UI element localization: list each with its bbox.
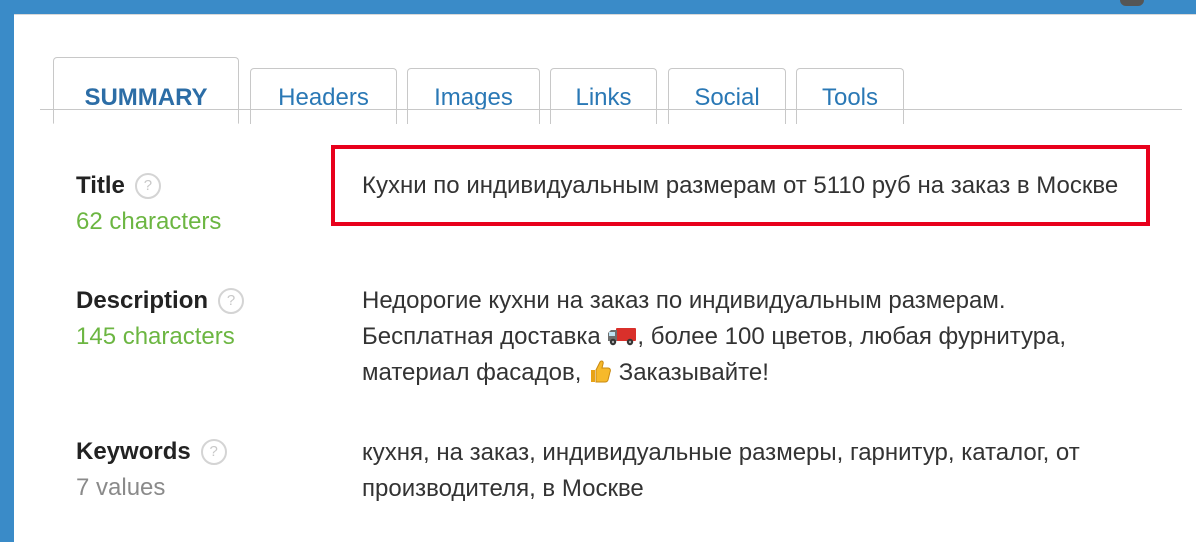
description-label: Description bbox=[76, 287, 209, 314]
tab-strip-border bbox=[40, 109, 1182, 110]
tab-tools-label: Tools bbox=[821, 84, 879, 111]
tab-links-label: Links bbox=[575, 84, 632, 111]
tab-headers-label: Headers bbox=[278, 84, 369, 111]
help-icon[interactable]: ? bbox=[218, 288, 245, 314]
tab-links[interactable]: Links bbox=[550, 68, 657, 124]
tab-tools[interactable]: Tools bbox=[796, 68, 904, 124]
window-frame-left bbox=[0, 0, 14, 542]
tab-summary[interactable]: Summary bbox=[53, 57, 239, 124]
tab-social-label: Social bbox=[694, 84, 760, 111]
description-label-group: Description ? 145 characters bbox=[76, 285, 245, 351]
tab-headers[interactable]: Headers bbox=[250, 68, 397, 124]
tab-images[interactable]: Images bbox=[407, 68, 540, 124]
delivery-truck-icon bbox=[607, 322, 637, 346]
description-value-part3: Заказывайте! bbox=[612, 359, 769, 386]
title-label: Title bbox=[76, 172, 125, 199]
tab-images-label: Images bbox=[434, 84, 513, 111]
keywords-value-count: 7 values bbox=[76, 474, 166, 501]
window-frame-top bbox=[0, 0, 1196, 14]
thumbs-up-icon bbox=[588, 358, 612, 384]
keywords-label-group: Keywords ? 7 values bbox=[76, 436, 227, 502]
help-icon[interactable]: ? bbox=[134, 173, 161, 199]
title-value: Кухни по индивидуальным размерам от 5110… bbox=[362, 172, 1119, 199]
help-icon[interactable]: ? bbox=[200, 439, 227, 465]
title-label-group: Title ? 62 characters bbox=[76, 170, 221, 236]
window-corner-icon bbox=[1120, 0, 1144, 6]
description-char-count: 145 characters bbox=[76, 323, 235, 350]
tab-social[interactable]: Social bbox=[668, 68, 786, 124]
title-char-count: 62 characters bbox=[76, 208, 222, 235]
tab-summary-label: Summary bbox=[84, 84, 208, 111]
keywords-label: Keywords bbox=[76, 438, 191, 465]
description-value: Недорогие кухни на заказ по индивидуальн… bbox=[362, 283, 1132, 391]
keywords-value: кухня, на заказ, индивидуальные размеры,… bbox=[362, 439, 1080, 502]
